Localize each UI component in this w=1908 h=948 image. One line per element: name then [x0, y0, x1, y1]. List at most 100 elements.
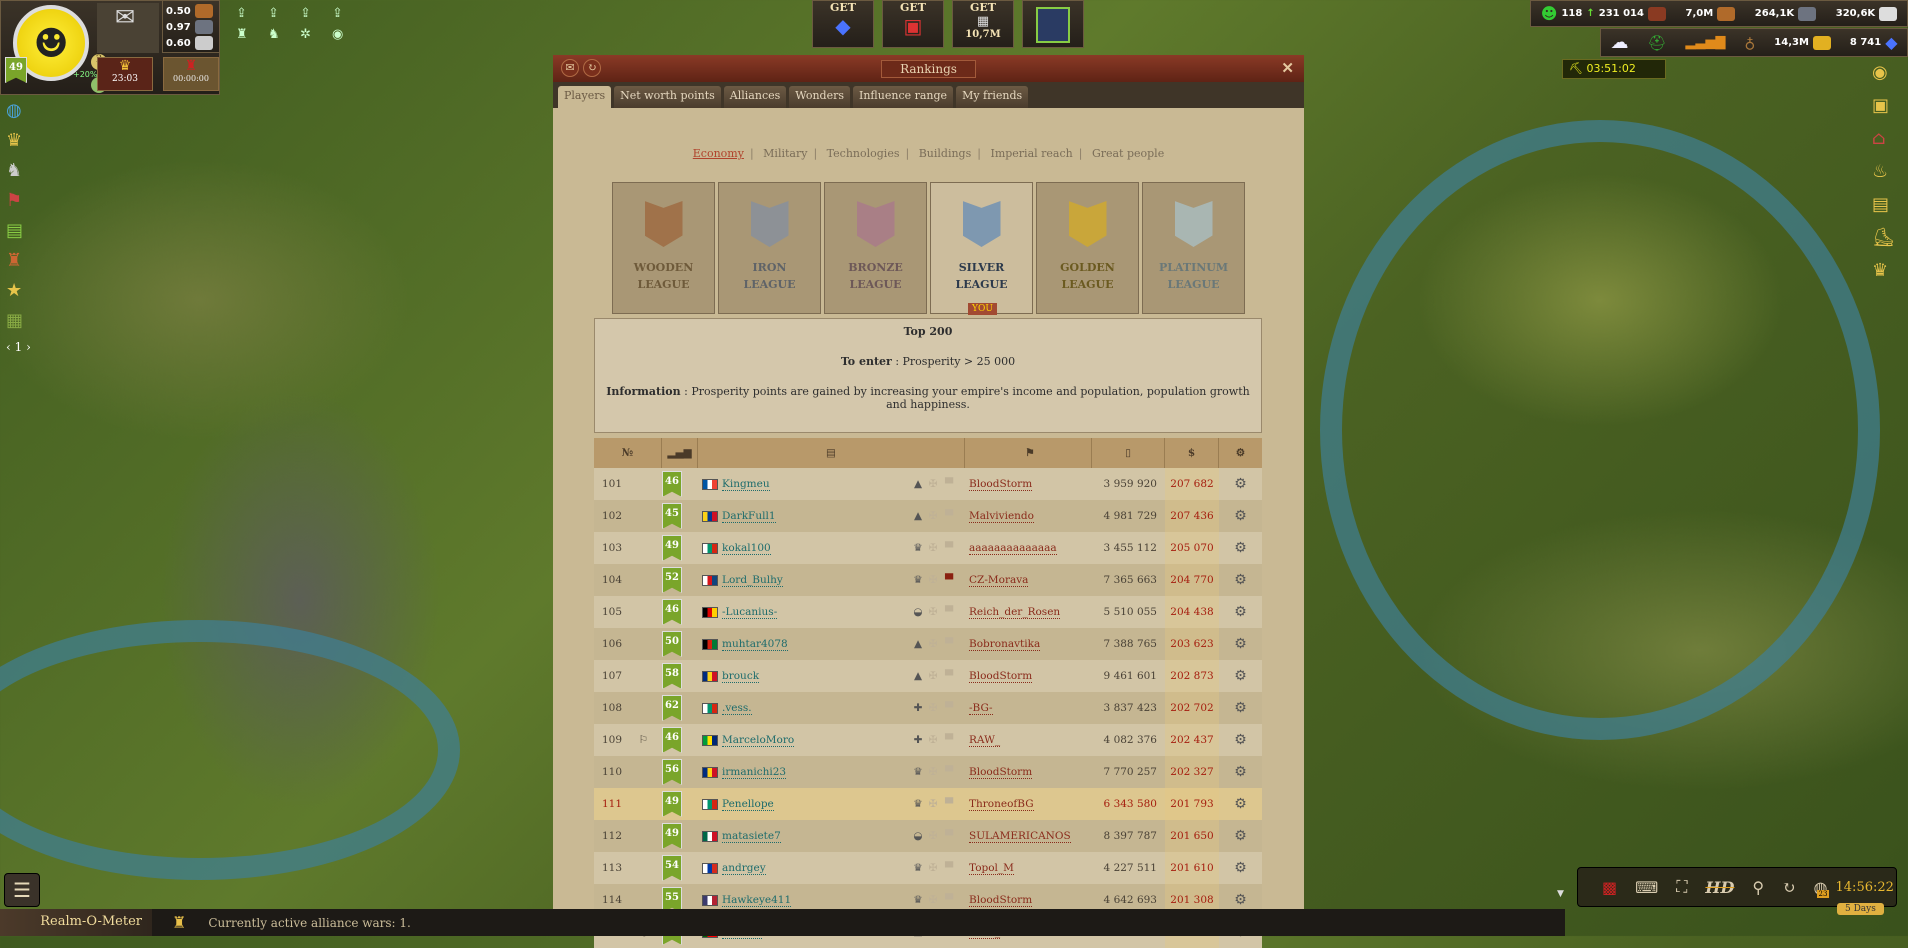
message-icon[interactable]: ▀ [941, 478, 957, 490]
player-link[interactable]: Kingmeu [722, 478, 770, 491]
castle-icon[interactable]: ♜ [236, 27, 262, 42]
alliance-link[interactable]: -BG- [969, 702, 993, 715]
close-icon[interactable]: ✕ [1281, 59, 1294, 77]
collapse-arrow-icon[interactable]: ▼ [1557, 889, 1564, 899]
header-value[interactable]: ▯ [1092, 438, 1165, 468]
hd-toggle-icon[interactable]: HD [1705, 878, 1734, 897]
message-icon[interactable]: ▀ [941, 702, 957, 714]
alliance-link[interactable]: RAW_ [969, 734, 1001, 747]
book-icon[interactable]: ▤ [6, 220, 31, 241]
alliance-link[interactable]: Reich_der_Rosen [969, 606, 1061, 619]
header-rank[interactable]: № [594, 438, 662, 468]
star-icon[interactable]: ★ [6, 280, 31, 301]
header-prosperity[interactable]: $ [1165, 438, 1219, 468]
header-alliance[interactable]: ⚑ [965, 438, 1092, 468]
league-iron[interactable]: IRON LEAGUE [718, 182, 821, 314]
alliance-link[interactable]: Bobronavtika [969, 638, 1041, 651]
cross-icon[interactable]: ✠ [925, 638, 941, 650]
get-chest-button[interactable]: GET ▣ [882, 0, 944, 48]
alliance-link[interactable]: SULAMERICANOS [969, 830, 1071, 843]
knight-icon[interactable]: ♞ [6, 160, 31, 181]
crown-icon[interactable]: ♛ [6, 130, 31, 151]
player-link[interactable]: matasiete7 [722, 830, 781, 843]
hero-portrait-button[interactable] [1022, 0, 1084, 48]
player-link[interactable]: Lord_Bulhy [722, 574, 783, 587]
gear-icon[interactable]: ⚙ [1234, 732, 1247, 748]
iron-transfer-icon[interactable]: ⇪ [268, 6, 294, 21]
fullscreen-icon[interactable]: ⛶ [1676, 877, 1687, 897]
header-level[interactable]: ▂▄▆ [662, 438, 698, 468]
map-icon[interactable]: ▦ [6, 310, 31, 331]
zoom-icon[interactable]: ⚲ [1752, 878, 1764, 897]
alliance-link[interactable]: Topol_M [969, 862, 1014, 875]
cross-icon[interactable]: ✠ [925, 574, 941, 586]
crown-button[interactable]: ♛ 23:03 [97, 57, 153, 91]
message-icon[interactable]: ▀ [941, 638, 957, 650]
league-wooden[interactable]: WOODEN LEAGUE [612, 182, 715, 314]
page-indicator[interactable]: ‹ 1 › [6, 340, 31, 354]
message-icon[interactable]: ▀ [941, 894, 957, 906]
cross-icon[interactable]: ✠ [925, 478, 941, 490]
refresh-icon[interactable]: ↻ [1782, 878, 1795, 897]
message-icon[interactable]: ▀ [941, 574, 957, 586]
category-great-people[interactable]: Great people [1092, 147, 1164, 160]
category-military[interactable]: Military [763, 147, 807, 160]
message-icon[interactable]: ▀ [941, 510, 957, 522]
build-timer[interactable]: ⛏ 03:51:02 [1562, 59, 1666, 79]
menu-button[interactable]: ☰ [4, 873, 40, 907]
messages-button[interactable]: ✉ [97, 3, 159, 53]
message-icon[interactable]: ▀ [941, 606, 957, 618]
alliance-link[interactable]: BloodStorm [969, 766, 1033, 779]
tab-my-friends[interactable]: My friends [956, 86, 1029, 108]
alliance-wars-message[interactable]: Currently active alliance wars: 1. [208, 916, 411, 930]
player-link[interactable]: Hawkeye411 [722, 894, 792, 907]
gear-icon[interactable]: ⚙ [1234, 636, 1247, 652]
get-diamonds-button[interactable]: GET ◆ [812, 0, 874, 48]
alliance-link[interactable]: BloodStorm [969, 670, 1033, 683]
gear-icon[interactable]: ⚙ [1234, 828, 1247, 844]
message-icon[interactable]: ▀ [941, 862, 957, 874]
player-link[interactable]: DarkFull1 [722, 510, 776, 523]
message-icon[interactable]: ▀ [941, 542, 957, 554]
market-icon[interactable]: ⌂ [1872, 128, 1895, 149]
crown-icon[interactable]: ♛ [1872, 260, 1895, 281]
alliance-link[interactable]: CZ-Morava [969, 574, 1029, 587]
gear-icon[interactable]: ⚙ [1234, 604, 1247, 620]
globe-icon[interactable]: ◍ [6, 100, 31, 121]
coin-icon[interactable]: ◉ [1872, 62, 1895, 83]
chair-icon[interactable]: ♜ [6, 250, 31, 271]
alliance-link[interactable]: BloodStorm [969, 478, 1033, 491]
throne-button[interactable]: ♜ 00:00:00 [163, 57, 219, 91]
globe-calendar-icon[interactable]: ◍ 23 [1814, 878, 1830, 898]
player-link[interactable]: muhtar4078 [722, 638, 788, 651]
tab-influence-range[interactable]: Influence range [853, 86, 954, 108]
cross-icon[interactable]: ✠ [925, 734, 941, 746]
cross-icon[interactable]: ✠ [925, 702, 941, 714]
tab-alliances[interactable]: Alliances [723, 86, 787, 108]
message-icon[interactable]: ▀ [941, 798, 957, 810]
keyboard-icon[interactable]: ⌨ [1635, 878, 1658, 897]
player-link[interactable]: Penellope [722, 798, 774, 811]
get-silver-button[interactable]: GET ▦ 10,7M [952, 0, 1014, 48]
header-player[interactable]: ▤ [698, 438, 965, 468]
stone-transfer-icon[interactable]: ⇪ [300, 6, 326, 21]
chest-icon[interactable]: ▤ [1872, 194, 1895, 215]
cross-icon[interactable]: ✠ [925, 606, 941, 618]
category-technologies[interactable]: Technologies [827, 147, 900, 160]
gear-icon[interactable]: ⚙ [1234, 796, 1247, 812]
alliance-link[interactable]: aaaaaaaaaaaaaa [969, 542, 1057, 555]
cart-icon[interactable]: ⇪ [332, 6, 358, 21]
alliance-link[interactable]: Malviviendo [969, 510, 1034, 523]
player-link[interactable]: andrgey [722, 862, 766, 875]
league-silver[interactable]: SILVER LEAGUE YOU [930, 182, 1033, 315]
league-platinum[interactable]: PLATINUM LEAGUE [1142, 182, 1245, 314]
cross-icon[interactable]: ✠ [925, 862, 941, 874]
cross-icon[interactable]: ✠ [925, 830, 941, 842]
treasure-icon[interactable]: ▣ [1872, 95, 1895, 116]
cross-icon[interactable]: ✠ [925, 894, 941, 906]
gear-icon[interactable]: ⚙ [1234, 892, 1247, 908]
gear-icon[interactable]: ⚙ [1234, 668, 1247, 684]
message-icon[interactable]: ▀ [941, 830, 957, 842]
eye-icon[interactable]: ◉ [332, 27, 358, 42]
refresh-icon[interactable]: ↻ [583, 59, 601, 77]
